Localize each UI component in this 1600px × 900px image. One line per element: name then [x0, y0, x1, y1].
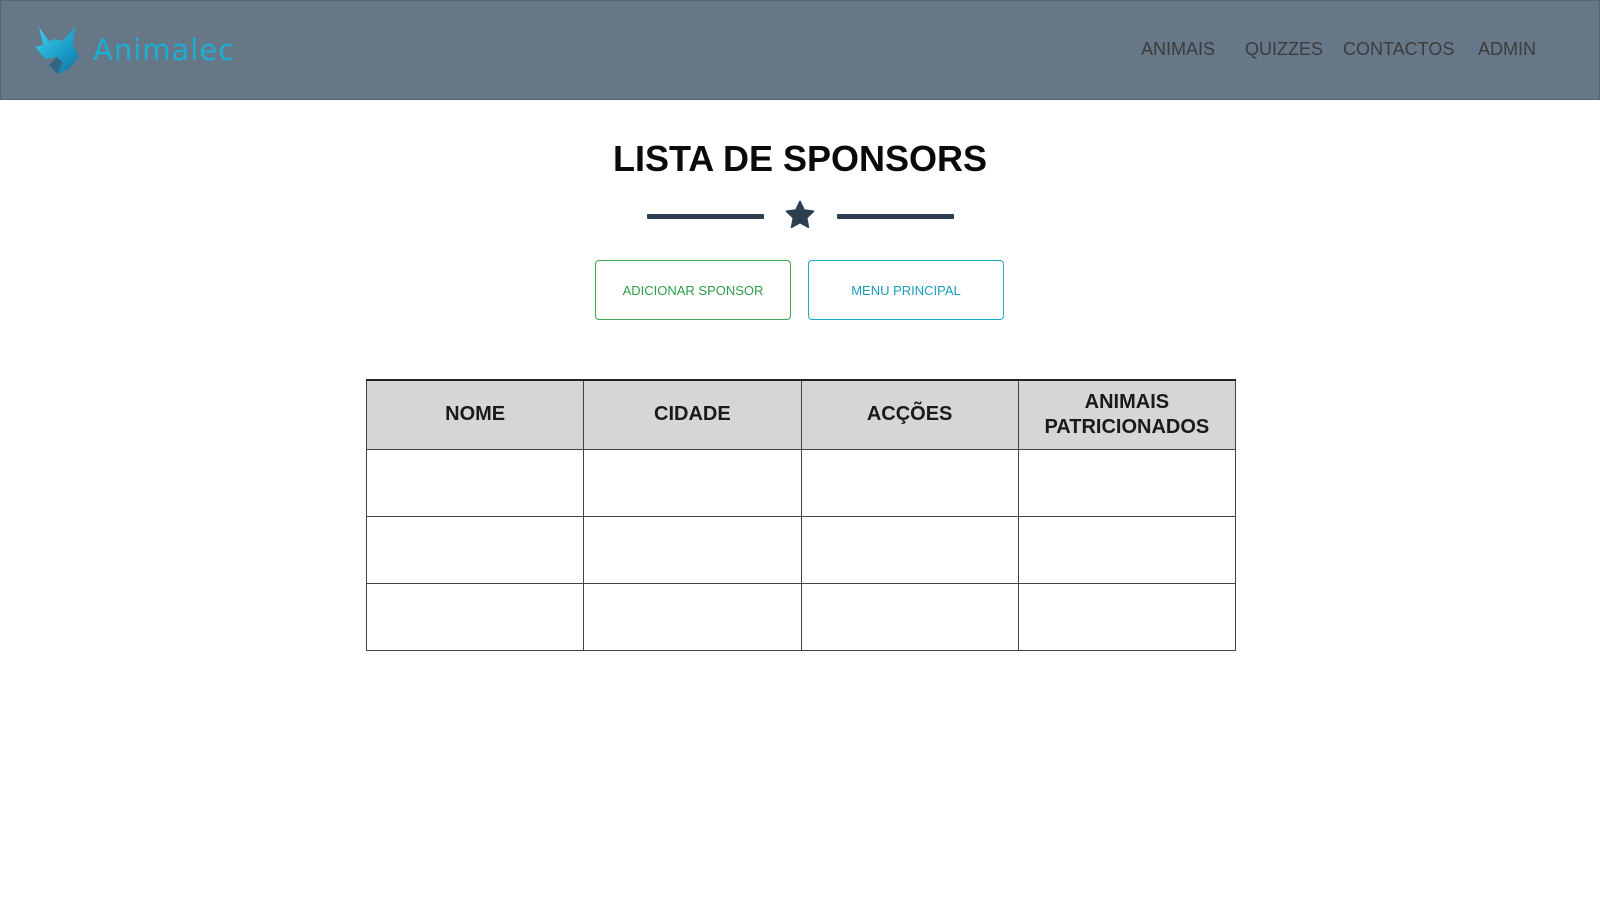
main-menu-button[interactable]: MENU PRINCIPAL: [808, 260, 1004, 320]
table-cell: [365, 582, 585, 651]
table-row: [365, 448, 1237, 517]
table-row: [365, 515, 1237, 584]
column-header-cidade[interactable]: CIDADE: [583, 379, 802, 450]
column-header-accoes[interactable]: ACÇÕES: [800, 379, 1019, 450]
page-title: LISTA DE SPONSORS: [612, 138, 988, 179]
table-header-row: NOME CIDADE ACÇÕES ANIMAIS PATRICIONADOS: [365, 379, 1237, 450]
table-cell: [800, 515, 1019, 584]
table-cell: [800, 582, 1019, 651]
table-cell: [1017, 515, 1237, 584]
table-cell: [1017, 448, 1237, 517]
table-cell: [800, 448, 1019, 517]
column-header-animais-patrocinados[interactable]: ANIMAIS PATRICIONADOS: [1017, 379, 1237, 450]
table-cell: [1017, 582, 1237, 651]
nav-item-admin[interactable]: ADMIN: [1478, 39, 1536, 60]
nav-item-contactos[interactable]: CONTACTOS: [1343, 39, 1454, 60]
divider-line-left: [647, 214, 764, 219]
nav-item-quizzes[interactable]: QUIZZES: [1245, 39, 1323, 60]
divider-line-right: [837, 214, 954, 219]
table-cell: [365, 515, 585, 584]
nav-menu: ANIMAIS QUIZZES CONTACTOS ADMIN: [1, 1, 1599, 99]
table-cell: [583, 515, 802, 584]
navbar: Animalec ANIMAIS QUIZZES CONTACTOS ADMIN: [0, 0, 1600, 100]
table-row: [365, 582, 1237, 651]
sponsors-table: NOME CIDADE ACÇÕES ANIMAIS PATRICIONADOS: [365, 379, 1237, 651]
table-cell: [583, 582, 802, 651]
add-sponsor-button[interactable]: ADICIONAR SPONSOR: [595, 260, 791, 320]
table-cell: [365, 448, 585, 517]
nav-item-animais[interactable]: ANIMAIS: [1141, 39, 1215, 60]
star-icon: [784, 199, 816, 231]
table-cell: [583, 448, 802, 517]
column-header-nome[interactable]: NOME: [365, 379, 585, 450]
